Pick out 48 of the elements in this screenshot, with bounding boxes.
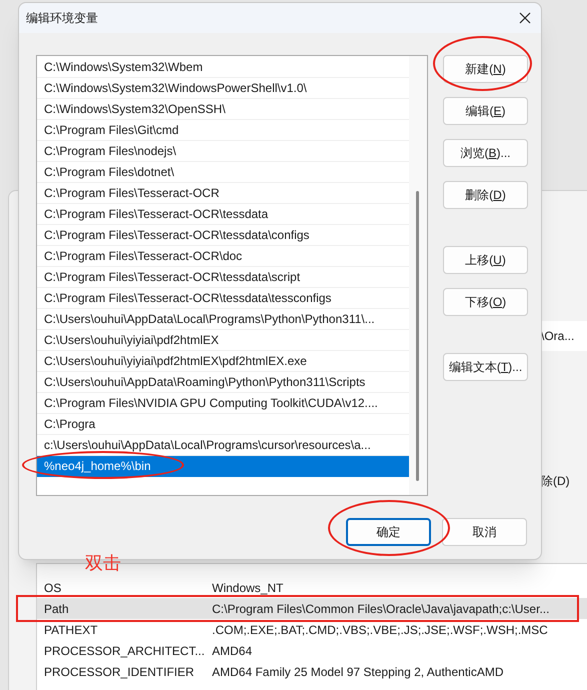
path-item[interactable]: C:\Windows\System32\OpenSSH\ xyxy=(37,99,409,120)
path-item[interactable]: %neo4j_home%\bin xyxy=(37,456,409,477)
variable-name: Path xyxy=(43,600,70,618)
table-row[interactable]: Path C:\Program Files\Common Files\Oracle\Java\javapath;c:\User... xyxy=(37,598,587,619)
dialog-button[interactable]: 取消 xyxy=(442,518,527,546)
path-item[interactable]: C:\Program Files\Git\cmd xyxy=(37,120,409,141)
variable-name: PATHEXT xyxy=(43,622,99,638)
variable-name: PROCESSOR_IDENTIFIER xyxy=(43,664,196,680)
variable-value: AMD64 Family 25 Model 97 Stepping 2, AuthenticAMD xyxy=(211,664,504,680)
path-item[interactable]: C:\Progra xyxy=(37,414,409,435)
side-button[interactable]: 编辑(E) xyxy=(443,97,528,125)
variable-value: AMD64 xyxy=(211,642,252,660)
side-button[interactable]: 编辑文本(T)... xyxy=(443,353,528,381)
path-item[interactable]: C:\Program Files\Tesseract-OCR\doc xyxy=(37,246,409,267)
table-row[interactable]: PROCESSOR_ARCHITECT... AMD64 xyxy=(37,640,587,661)
variable-value: .COM;.EXE;.BAT;.CMD;.VBS;.VBE;.JS;.JSE;.WSF;.WSH;.MSC xyxy=(211,622,548,638)
path-item[interactable]: C:\Users\ouhui\AppData\Roaming\Python\Python311\Scripts xyxy=(37,372,409,393)
side-button[interactable]: 上移(U) xyxy=(443,246,528,274)
path-item[interactable]: C:\Users\ouhui\yiyiai\pdf2htmlEX\pdf2htmlEX.exe xyxy=(37,351,409,372)
table-row[interactable]: OS Windows_NT xyxy=(37,577,587,598)
variable-name: PROCESSOR_ARCHITECT... xyxy=(43,642,205,660)
close-icon[interactable] xyxy=(519,12,531,24)
path-item[interactable]: C:\Users\ouhui\yiyiai\pdf2htmlEX xyxy=(37,330,409,351)
path-item[interactable]: C:\Program Files\dotnet\ xyxy=(37,162,409,183)
table-row[interactable]: PROCESSOR_IDENTIFIER AMD64 Family 25 Model 97 Stepping 2, AuthenticAMD xyxy=(37,661,587,682)
side-button[interactable]: 新建(N) xyxy=(443,55,528,83)
window-title: 编辑环境变量 xyxy=(26,10,98,27)
variable-name: OS xyxy=(43,580,62,596)
path-item[interactable]: C:\Program Files\NVIDIA GPU Computing Toolkit\CUDA\v12.... xyxy=(37,393,409,414)
fragment-text: \Ora... xyxy=(541,328,574,345)
side-button[interactable]: 删除(D) xyxy=(443,181,528,209)
side-button[interactable]: 下移(O) xyxy=(443,288,528,316)
annotation-text: 双击 xyxy=(85,553,121,574)
variable-value: Windows_NT xyxy=(211,580,284,596)
dialog-button[interactable]: 确定 xyxy=(346,518,431,546)
path-item[interactable]: C:\Program Files\Tesseract-OCR\tessdata\script xyxy=(37,267,409,288)
side-button[interactable]: 浏览(B)... xyxy=(443,139,528,167)
path-item[interactable]: C:\Program Files\Tesseract-OCR\tessdata\tessconfigs xyxy=(37,288,409,309)
variable-value: C:\Program Files\Common Files\Oracle\Java\javapath;c:\User... xyxy=(211,600,550,618)
path-item[interactable]: C:\Program Files\Tesseract-OCR\tessdata\configs xyxy=(37,225,409,246)
path-item[interactable]: C:\Program Files\Tesseract-OCR xyxy=(37,183,409,204)
table-row[interactable]: PATHEXT .COM;.EXE;.BAT;.CMD;.VBS;.VBE;.JS;.JSE;.WSF;.WSH;.MSC xyxy=(37,619,587,640)
path-item[interactable]: C:\Windows\System32\WindowsPowerShell\v1.0\ xyxy=(37,78,409,99)
path-item[interactable]: C:\Windows\System32\Wbem xyxy=(37,57,409,78)
path-item[interactable]: C:\Users\ouhui\AppData\Local\Programs\Python\Python311\... xyxy=(37,309,409,330)
path-item[interactable]: C:\Program Files\Tesseract-OCR\tessdata xyxy=(37,204,409,225)
scrollbar-thumb[interactable] xyxy=(416,191,419,481)
path-item[interactable]: C:\Program Files\nodejs\ xyxy=(37,141,409,162)
